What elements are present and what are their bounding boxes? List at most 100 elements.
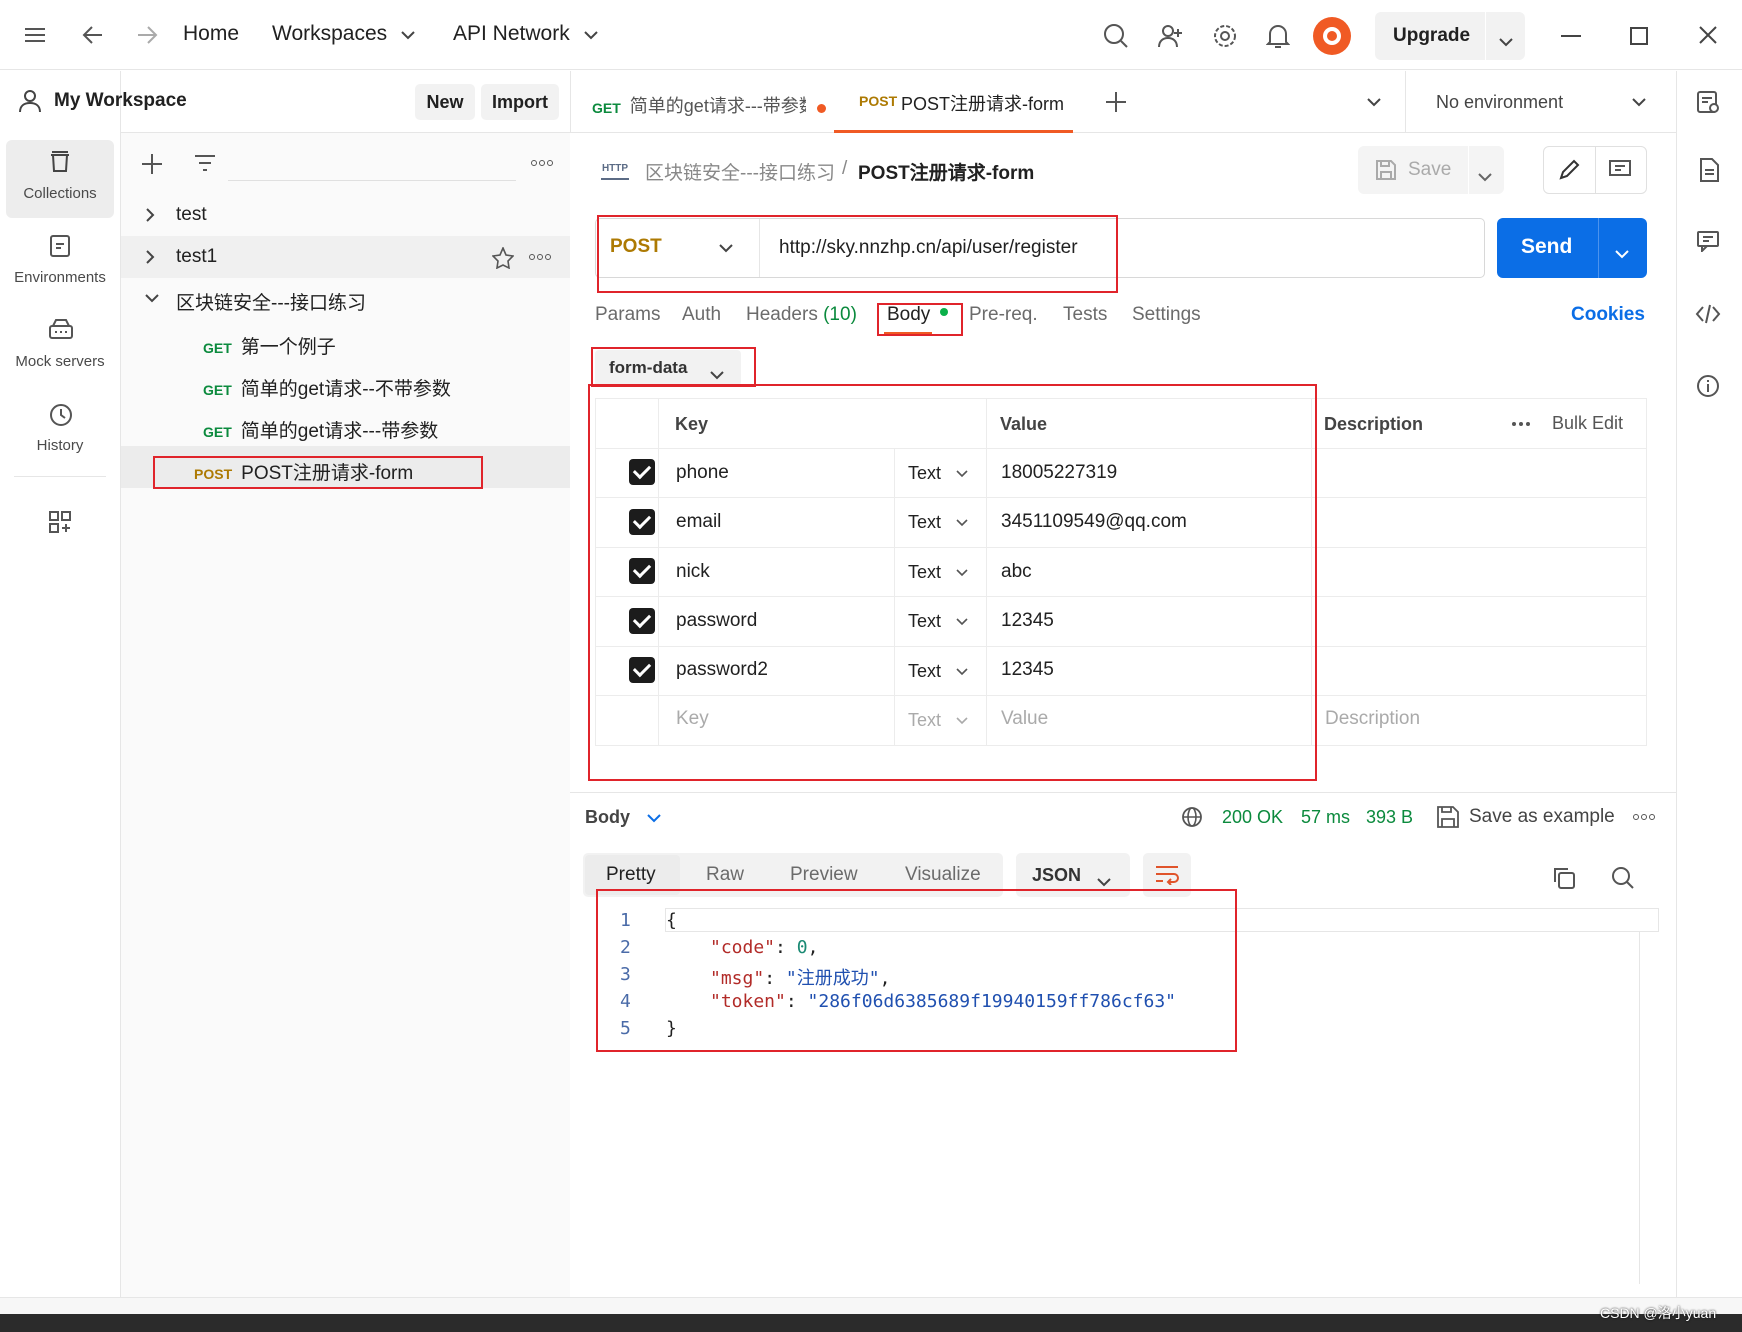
body-mode-select[interactable]: form-data (595, 350, 741, 386)
copy-icon[interactable] (1552, 866, 1576, 890)
response-body-label[interactable]: Body (585, 807, 630, 828)
url-input[interactable]: http://sky.nnzhp.cn/api/user/register (779, 237, 1078, 259)
documentation-icon[interactable] (1698, 158, 1720, 182)
tree-item-test[interactable]: test (176, 204, 207, 226)
upgrade-button[interactable]: Upgrade (1393, 25, 1470, 47)
tab-post-request[interactable]: POST POST注册请求-form (834, 71, 1073, 133)
chevron-down-icon[interactable] (719, 244, 733, 253)
settings-gear-icon[interactable] (1212, 23, 1238, 49)
response-size[interactable]: 393 B (1366, 807, 1413, 828)
chevron-down-icon[interactable] (956, 668, 968, 676)
star-icon[interactable] (492, 247, 514, 269)
minimize-icon[interactable] (1561, 34, 1581, 38)
comment-icon[interactable] (1608, 159, 1632, 181)
form-value[interactable]: abc (1001, 561, 1032, 583)
tree-request-item[interactable]: GET 简单的get请求---带参数 (203, 416, 438, 443)
chevron-down-icon[interactable] (956, 569, 968, 577)
tab-tests[interactable]: Tests (1063, 304, 1107, 326)
save-button[interactable]: Save (1408, 159, 1451, 181)
row-checkbox[interactable] (629, 558, 655, 584)
type-select[interactable]: Text (908, 562, 941, 583)
workspaces-menu[interactable]: Workspaces (272, 22, 415, 46)
mock-servers-icon[interactable] (48, 318, 74, 340)
chevron-down-icon[interactable] (1615, 243, 1629, 264)
form-key[interactable]: password (676, 610, 757, 632)
row-checkbox[interactable] (629, 459, 655, 485)
send-button[interactable]: Send (1521, 235, 1572, 259)
cookies-link[interactable]: Cookies (1571, 304, 1645, 326)
type-select[interactable]: Text (908, 463, 941, 484)
method-select[interactable]: POST (610, 236, 662, 258)
comments-icon[interactable] (1696, 230, 1720, 252)
tree-request-item[interactable]: GET 第一个例子 (203, 332, 336, 359)
form-key[interactable]: phone (676, 462, 729, 484)
nav-mock-servers-label[interactable]: Mock servers (6, 353, 114, 370)
close-icon[interactable] (1698, 25, 1718, 45)
tab-prereq[interactable]: Pre-req. (969, 304, 1038, 326)
tab-auth[interactable]: Auth (682, 304, 721, 326)
chevron-down-icon[interactable] (145, 294, 159, 303)
api-network-menu[interactable]: API Network (453, 22, 598, 46)
chevron-down-icon[interactable] (1478, 166, 1492, 187)
avatar[interactable] (1313, 17, 1351, 55)
info-icon[interactable] (1696, 374, 1720, 398)
tab-params[interactable]: Params (595, 304, 660, 326)
type-select[interactable]: Text (908, 611, 941, 632)
chevron-down-icon[interactable] (1367, 98, 1381, 107)
form-value[interactable]: 12345 (1001, 610, 1054, 632)
row-checkbox[interactable] (629, 608, 655, 634)
environment-select[interactable]: No environment (1436, 92, 1563, 113)
invite-user-icon[interactable] (1157, 23, 1183, 49)
notification-bell-icon[interactable] (1266, 22, 1290, 50)
type-select[interactable]: Text (908, 710, 941, 731)
tab-get-request[interactable]: GET 简单的get请求---带参数 (592, 92, 826, 118)
type-select[interactable]: Text (908, 661, 941, 682)
tree-request-item[interactable]: GET 简单的get请求--不带参数 (203, 374, 451, 401)
more-options-icon[interactable] (530, 159, 554, 167)
nav-history-label[interactable]: History (6, 437, 114, 454)
form-value[interactable]: 18005227319 (1001, 462, 1117, 484)
edit-pencil-icon[interactable] (1558, 159, 1580, 181)
environments-icon[interactable] (48, 234, 72, 258)
code-icon[interactable] (1695, 304, 1721, 324)
chevron-down-icon[interactable] (956, 618, 968, 626)
new-description-input[interactable]: Description (1325, 708, 1420, 730)
globe-icon[interactable] (1181, 806, 1203, 828)
nav-environments-label[interactable]: Environments (6, 269, 114, 286)
filter-icon[interactable] (194, 154, 216, 172)
row-checkbox[interactable] (629, 657, 655, 683)
more-options-icon[interactable] (528, 253, 552, 261)
response-status[interactable]: 200 OK (1222, 807, 1283, 828)
tab-pretty[interactable]: Pretty (606, 864, 656, 886)
new-button[interactable]: New (415, 84, 475, 120)
tab-body[interactable]: Body (887, 304, 948, 326)
chevron-right-icon[interactable] (146, 208, 155, 222)
forward-arrow-icon[interactable] (136, 24, 158, 46)
history-icon[interactable] (48, 402, 74, 428)
tab-preview[interactable]: Preview (790, 864, 858, 886)
tab-visualize[interactable]: Visualize (905, 864, 981, 886)
new-key-input[interactable]: Key (676, 708, 709, 730)
new-value-input[interactable]: Value (1001, 708, 1048, 730)
configure-apps-icon[interactable] (48, 510, 72, 534)
form-key[interactable]: email (676, 511, 721, 533)
search-icon[interactable] (1611, 866, 1635, 890)
collection-search-input[interactable] (228, 147, 516, 181)
type-select[interactable]: Text (908, 512, 941, 533)
import-button[interactable]: Import (481, 84, 559, 120)
chevron-down-icon[interactable] (647, 814, 661, 823)
bulk-edit-link[interactable]: Bulk Edit (1552, 413, 1623, 434)
chevron-right-icon[interactable] (146, 250, 155, 264)
add-icon[interactable] (142, 154, 162, 174)
maximize-icon[interactable] (1630, 27, 1648, 45)
chevron-down-icon[interactable] (956, 717, 968, 725)
new-tab-plus-icon[interactable] (1106, 92, 1126, 112)
tree-request-item-selected[interactable]: POST POST注册请求-form (194, 458, 413, 485)
search-icon[interactable] (1103, 23, 1129, 49)
breadcrumb-collection[interactable]: 区块链安全---接口练习 (645, 158, 835, 185)
tab-settings[interactable]: Settings (1132, 304, 1201, 326)
row-checkbox[interactable] (629, 509, 655, 535)
response-time[interactable]: 57 ms (1301, 807, 1350, 828)
chevron-down-icon[interactable] (956, 470, 968, 478)
more-options-icon[interactable] (1511, 420, 1531, 428)
